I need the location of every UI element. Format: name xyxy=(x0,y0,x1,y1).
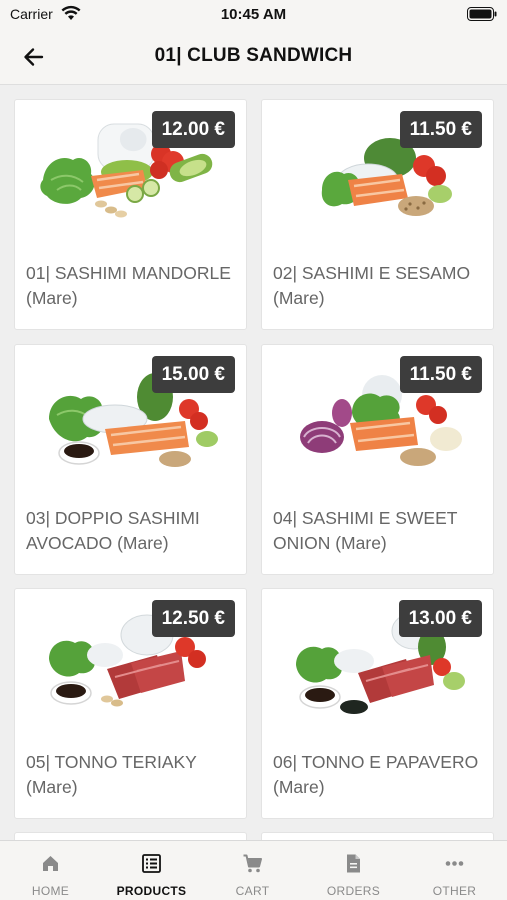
tab-label: CART xyxy=(235,884,270,898)
tab-label: OTHER xyxy=(432,884,477,898)
product-card[interactable] xyxy=(261,832,494,840)
product-card[interactable]: 12.50 € 05| TONNO TERIAKY (Mare) xyxy=(14,588,247,819)
navigation-bar: 01| CLUB SANDWICH xyxy=(0,30,507,85)
product-card[interactable] xyxy=(14,832,247,840)
tab-products[interactable]: PRODUCTS xyxy=(101,841,202,900)
product-name: 04| SASHIMI E SWEET ONION (Mare) xyxy=(273,508,458,553)
product-card[interactable]: 15.00 € 03| DOPPIO SASHIMI AVOCADO (Mare… xyxy=(14,344,247,575)
tab-orders[interactable]: ORDERS xyxy=(303,841,404,900)
price-badge: 15.00 € xyxy=(151,356,235,393)
product-name: 01| SASHIMI MANDORLE (Mare) xyxy=(26,263,231,308)
page-title: 01| CLUB SANDWICH xyxy=(154,45,353,66)
product-card[interactable]: 11.50 € 04| SASHIMI E SWEET ONION (Mare) xyxy=(261,344,494,575)
tab-label: ORDERS xyxy=(326,884,381,898)
more-icon xyxy=(445,861,464,866)
list-icon xyxy=(142,854,161,873)
document-icon xyxy=(347,854,360,873)
product-name: 05| TONNO TERIAKY (Mare) xyxy=(26,752,197,797)
tab-cart[interactable]: CART xyxy=(202,841,303,900)
price-badge: 11.50 € xyxy=(399,356,482,393)
home-icon xyxy=(43,856,58,871)
cart-icon xyxy=(243,854,262,873)
product-card[interactable]: 12.00 € 01| SASHIMI MANDORLE (Mare) xyxy=(14,99,247,330)
product-card[interactable]: 11.50 € 02| SASHIMI E SESAMO (Mare) xyxy=(261,99,494,330)
price-badge: 11.50 € xyxy=(399,111,482,148)
product-name: 06| TONNO E PAPAVERO (Mare) xyxy=(273,752,479,797)
price-badge: 13.00 € xyxy=(398,600,482,637)
product-card[interactable]: 13.00 € 06| TONNO E PAPAVERO (Mare) xyxy=(261,588,494,819)
price-badge: 12.00 € xyxy=(151,111,235,148)
tab-bar: HOME PRODUCTS CART ORDERS OTHER xyxy=(0,840,507,900)
price-badge: 12.50 € xyxy=(151,600,235,637)
product-grid[interactable]: 12.00 € 01| SASHIMI MANDORLE (Mare) 11.5… xyxy=(0,86,507,840)
tab-home[interactable]: HOME xyxy=(0,841,101,900)
product-name: 03| DOPPIO SASHIMI AVOCADO (Mare) xyxy=(26,508,200,553)
battery-icon xyxy=(467,7,497,21)
status-bar: Carrier 10:45 AM xyxy=(0,0,507,30)
tab-label: PRODUCTS xyxy=(116,884,187,898)
tab-other[interactable]: OTHER xyxy=(404,841,505,900)
product-name: 02| SASHIMI E SESAMO (Mare) xyxy=(273,263,471,308)
tab-label: HOME xyxy=(31,884,70,898)
status-time: 10:45 AM xyxy=(220,6,287,23)
